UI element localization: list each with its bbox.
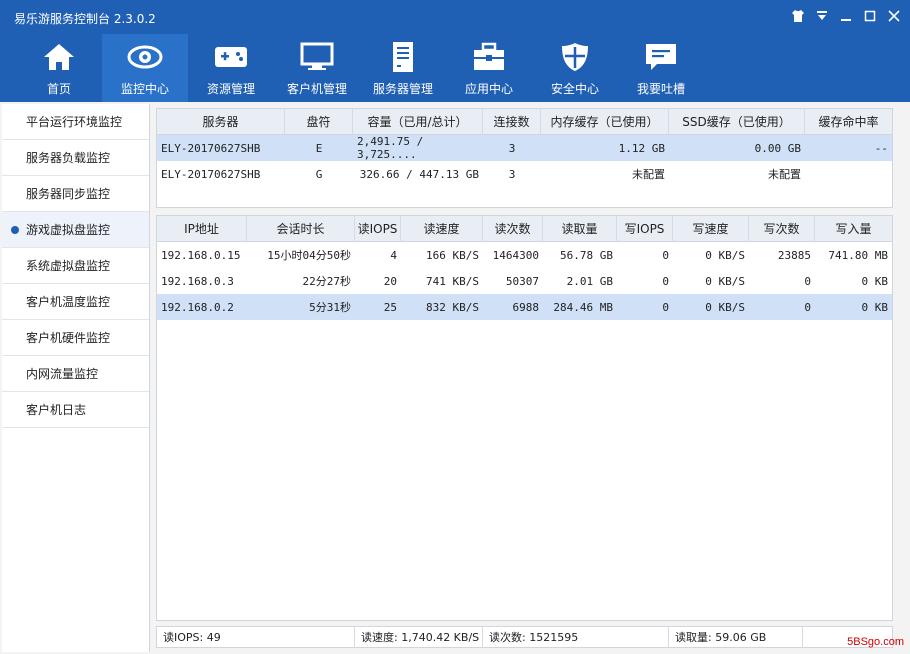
client-table: IP地址 会话时长 读IOPS 读速度 读次数 读取量 写IOPS 写速度 写次… <box>156 215 893 621</box>
col-connections[interactable]: 连接数 <box>483 108 541 135</box>
dropdown-icon[interactable] <box>814 8 830 24</box>
toolbox-icon <box>469 40 509 74</box>
watermark: 5BSgo.com <box>847 636 904 648</box>
col-read-count[interactable]: 读次数 <box>483 215 543 242</box>
col-ssd-cache[interactable]: SSD缓存（已使用） <box>669 108 805 135</box>
col-drive[interactable]: 盘符 <box>285 108 353 135</box>
sidebar: 平台运行环境监控 服务器负载监控 服务器同步监控 游戏虚拟盘监控 系统虚拟盘监控… <box>2 104 150 652</box>
col-ip[interactable]: IP地址 <box>157 215 247 242</box>
client-table-header: IP地址 会话时长 读IOPS 读速度 读次数 读取量 写IOPS 写速度 写次… <box>157 215 892 242</box>
col-write-amount[interactable]: 写入量 <box>815 216 892 242</box>
sidebar-item-server-load[interactable]: 服务器负载监控 <box>2 140 149 176</box>
nav-server-manage[interactable]: 服务器管理 <box>360 34 446 102</box>
app-title: 易乐游服务控制台 2.3.0.2 <box>14 12 156 26</box>
col-read-amount[interactable]: 读取量 <box>543 215 617 242</box>
active-bullet-icon <box>11 226 19 234</box>
sidebar-item-lan-traffic[interactable]: 内网流量监控 <box>2 356 149 392</box>
col-mem-cache[interactable]: 内存缓存（已使用） <box>541 108 669 135</box>
disk-table: 服务器 盘符 容量（已用/总计） 连接数 内存缓存（已使用） SSD缓存（已使用… <box>156 108 893 208</box>
sidebar-item-system-vdisk[interactable]: 系统虚拟盘监控 <box>2 248 149 284</box>
top-nav: 首页 监控中心 资源管理 客户机管理 服务器管理 应用中心 安全中心 我要吐槽 <box>0 34 910 102</box>
table-row[interactable]: ELY-20170627SHB G 326.66 / 447.13 GB 3 未… <box>157 161 892 187</box>
main-area: 平台运行环境监控 服务器负载监控 服务器同步监控 游戏虚拟盘监控 系统虚拟盘监控… <box>0 102 910 654</box>
nav-security-center[interactable]: 安全中心 <box>532 34 618 102</box>
col-hit-rate[interactable]: 缓存命中率 <box>805 109 892 135</box>
table-row[interactable]: 192.168.0.2 5分31秒 25 832 KB/S 6988 284.4… <box>157 294 892 320</box>
table-row[interactable]: 192.168.0.3 22分27秒 20 741 KB/S 50307 2.0… <box>157 268 892 294</box>
status-read-iops: 读IOPS: 49 <box>157 626 355 648</box>
status-read-speed: 读速度: 1,740.42 KB/S <box>355 626 483 648</box>
table-row[interactable]: ELY-20170627SHB E 2,491.75 / 3,725.... 3… <box>157 135 892 161</box>
col-write-speed[interactable]: 写速度 <box>673 215 749 242</box>
sidebar-item-client-temp[interactable]: 客户机温度监控 <box>2 284 149 320</box>
eye-icon <box>125 40 165 74</box>
status-read-amount: 读取量: 59.06 GB <box>669 626 803 648</box>
disk-table-header: 服务器 盘符 容量（已用/总计） 连接数 内存缓存（已使用） SSD缓存（已使用… <box>157 108 892 135</box>
monitor-icon <box>297 40 337 74</box>
col-session[interactable]: 会话时长 <box>247 215 355 242</box>
minimize-icon[interactable] <box>838 8 854 24</box>
nav-monitor-center[interactable]: 监控中心 <box>102 34 188 102</box>
sidebar-item-platform-env[interactable]: 平台运行环境监控 <box>2 104 149 140</box>
nav-app-center[interactable]: 应用中心 <box>446 34 532 102</box>
nav-client-manage[interactable]: 客户机管理 <box>274 34 360 102</box>
chat-icon <box>641 40 681 74</box>
col-write-count[interactable]: 写次数 <box>749 215 815 242</box>
status-bar: 读IOPS: 49 读速度: 1,740.42 KB/S 读次数: 152159… <box>156 626 893 648</box>
col-read-speed[interactable]: 读速度 <box>401 215 483 242</box>
shield-icon <box>555 40 595 74</box>
gamepad-icon <box>211 40 251 74</box>
col-capacity[interactable]: 容量（已用/总计） <box>353 108 483 135</box>
sidebar-item-server-sync[interactable]: 服务器同步监控 <box>2 176 149 212</box>
close-icon[interactable] <box>886 8 902 24</box>
home-icon <box>39 40 79 74</box>
table-row[interactable]: 192.168.0.15 15小时04分50秒 4 166 KB/S 14643… <box>157 242 892 268</box>
col-server[interactable]: 服务器 <box>157 108 285 135</box>
nav-feedback[interactable]: 我要吐槽 <box>618 34 704 102</box>
sidebar-item-game-vdisk[interactable]: 游戏虚拟盘监控 <box>2 212 149 248</box>
nav-home[interactable]: 首页 <box>16 34 102 102</box>
title-bar: 易乐游服务控制台 2.3.0.2 <box>0 0 910 34</box>
window-controls <box>790 8 902 24</box>
status-read-count: 读次数: 1521595 <box>483 626 669 648</box>
nav-resource-manage[interactable]: 资源管理 <box>188 34 274 102</box>
shirt-icon[interactable] <box>790 8 806 24</box>
col-read-iops[interactable]: 读IOPS <box>355 215 401 242</box>
server-icon <box>383 40 423 74</box>
col-write-iops[interactable]: 写IOPS <box>617 215 673 242</box>
sidebar-item-client-hardware[interactable]: 客户机硬件监控 <box>2 320 149 356</box>
sidebar-item-client-log[interactable]: 客户机日志 <box>2 392 149 428</box>
maximize-icon[interactable] <box>862 8 878 24</box>
